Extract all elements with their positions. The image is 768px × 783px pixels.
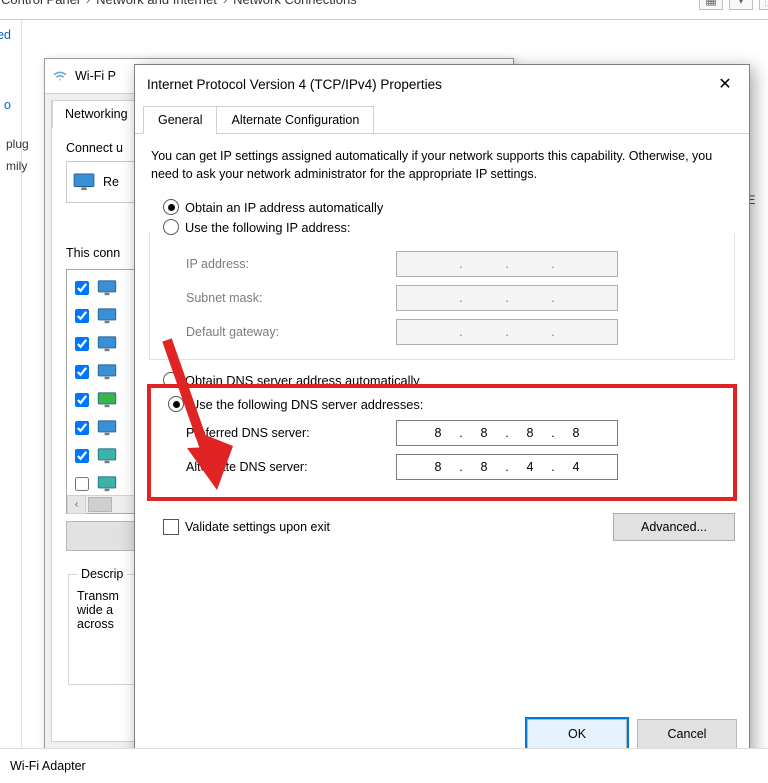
protocol-icon [97,448,117,464]
window-title: Wi-Fi P [75,69,116,83]
label: plug [6,135,29,153]
status-bar: Wi-Fi Adapter [0,748,768,783]
chevron-right-icon: › [223,0,227,7]
radio-label: Obtain an IP address automatically [185,200,383,215]
toolbar: ▦ ▾ 📄 [583,0,768,19]
cancel-button[interactable]: Cancel [637,719,737,749]
default-gateway-input: ... [396,319,618,345]
protocol-icon [97,308,117,324]
monitor-icon [73,173,95,191]
wifi-icon [53,69,67,83]
sidebar-link[interactable]: o [0,90,21,120]
radio-label: Use the following DNS server addresses: [190,397,423,412]
dns-fields-group: Use the following DNS server addresses: … [149,386,735,499]
titlebar: Internet Protocol Version 4 (TCP/IPv4) P… [135,65,749,103]
default-gateway-label: Default gateway: [186,325,396,339]
subnet-mask-label: Subnet mask: [186,291,396,305]
validate-checkbox[interactable]: Validate settings upon exit [163,519,330,535]
cp-sidebar: ed o [0,20,22,760]
scroll-left-icon[interactable]: ‹ [67,495,86,514]
ip-address-label: IP address: [186,257,396,271]
dialog-title: Internet Protocol Version 4 (TCP/IPv4) P… [147,77,442,92]
tab-strip: General Alternate Configuration [135,105,749,134]
item-checkbox[interactable] [75,337,89,351]
preferred-dns-label: Preferred DNS server: [186,426,396,440]
protocol-icon [97,336,117,352]
item-checkbox[interactable] [75,449,89,463]
chevron-down-icon[interactable]: ▾ [729,0,753,10]
stage: { "breadcrumb": {"a":"Control Panel","b"… [0,0,768,783]
radio-dns-manual[interactable]: Use the following DNS server addresses: [168,396,722,412]
dialog-body: You can get IP settings assigned automat… [145,143,739,713]
view-icon[interactable]: ▦ [699,0,723,10]
ok-button[interactable]: OK [527,719,627,749]
checkbox-icon [163,519,179,535]
radio-icon [168,396,184,412]
protocol-icon [97,392,117,408]
alternate-dns-label: Alternate DNS server: [186,460,396,474]
item-checkbox[interactable] [75,393,89,407]
protocol-icon [97,420,117,436]
item-checkbox[interactable] [75,477,89,491]
ipv4-properties-dialog: Internet Protocol Version 4 (TCP/IPv4) P… [134,64,750,762]
tab-networking[interactable]: Networking [52,100,141,128]
protocol-icon [97,280,117,296]
status-text: Wi-Fi Adapter [10,759,86,773]
tab-alternate-configuration[interactable]: Alternate Configuration [216,106,374,134]
breadcrumb-item[interactable]: Network and Internet [96,0,217,7]
item-checkbox[interactable] [75,365,89,379]
scroll-thumb[interactable] [88,497,112,512]
description-legend: Descrip [77,567,127,581]
protocol-icon [97,364,117,380]
advanced-button[interactable]: Advanced... [613,513,735,541]
adapter-name: Re [103,175,119,189]
dialog-footer: OK Cancel [527,719,737,749]
help-text: You can get IP settings assigned automat… [151,147,733,183]
item-checkbox[interactable] [75,421,89,435]
item-checkbox[interactable] [75,309,89,323]
breadcrumb[interactable]: Control Panel › Network and Internet › N… [0,0,357,19]
ip-fields-group: IP address: ... Subnet mask: ... Default… [149,233,735,360]
protocol-icon [97,476,117,492]
breadcrumb-item[interactable]: Network Connections [233,0,357,7]
checkbox-label: Validate settings upon exit [185,520,330,534]
chevron-right-icon: › [86,0,90,7]
label: mily [6,157,29,175]
cp-left-text: plug mily [6,135,29,175]
help-icon[interactable]: 📄 [759,0,768,10]
close-icon[interactable]: ✕ [705,69,745,99]
ip-address-input: ... [396,251,618,277]
breadcrumb-item[interactable]: Control Panel [1,0,80,7]
alternate-dns-input[interactable]: 8. 8. 4. 4 [396,454,618,480]
radio-icon [163,199,179,215]
subnet-mask-input: ... [396,285,618,311]
item-checkbox[interactable] [75,281,89,295]
items-label: This conn [66,246,120,260]
preferred-dns-input[interactable]: 8. 8. 8. 8 [396,420,618,446]
tab-general[interactable]: General [143,106,217,134]
sidebar-link[interactable]: ed [0,20,21,50]
radio-ip-auto[interactable]: Obtain an IP address automatically [163,199,739,215]
